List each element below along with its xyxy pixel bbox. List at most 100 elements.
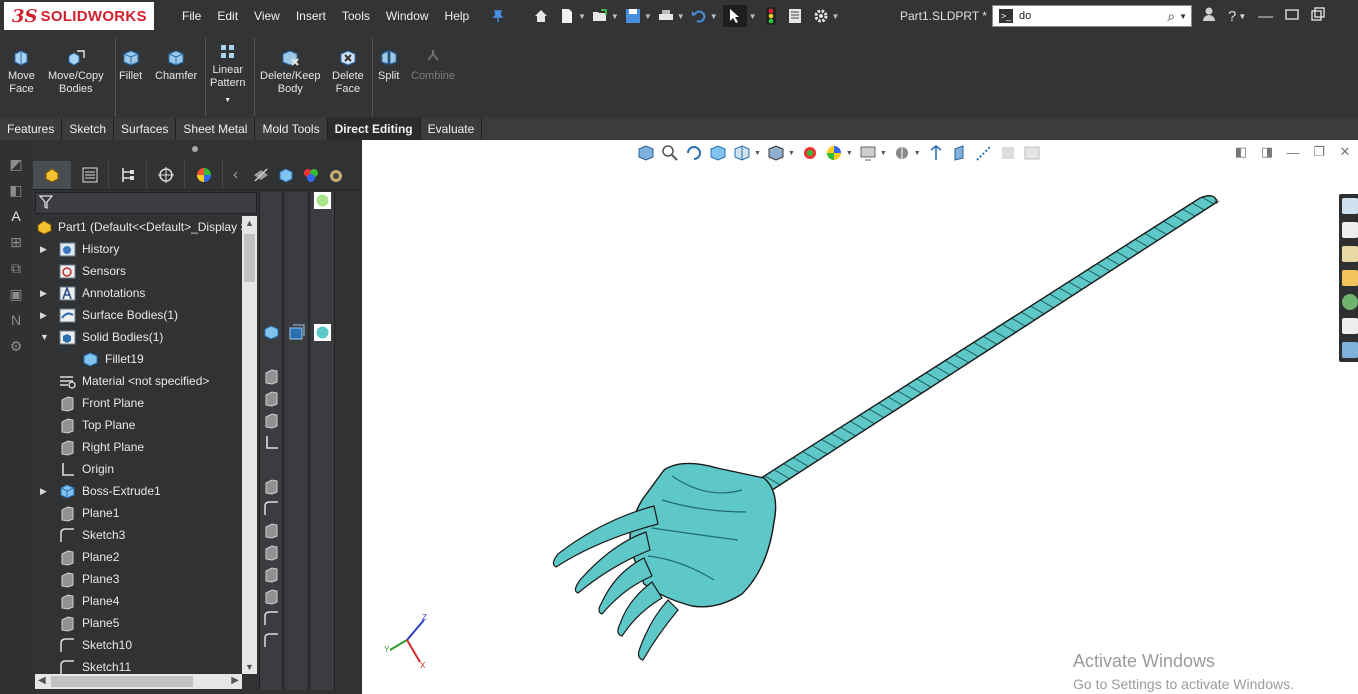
undo-icon[interactable] bbox=[690, 7, 708, 25]
camera-lighting-icon[interactable] bbox=[323, 161, 348, 189]
user-icon[interactable] bbox=[1202, 6, 1216, 26]
tree-item-history[interactable]: ▶ History bbox=[31, 238, 242, 260]
search-input[interactable]: do bbox=[1019, 10, 1167, 22]
chevron-down-icon[interactable]: ▼ bbox=[749, 12, 757, 21]
menu-help[interactable]: Help bbox=[437, 9, 478, 23]
plane-icon[interactable] bbox=[263, 566, 280, 583]
options-gear-icon[interactable] bbox=[812, 7, 830, 25]
hide-show-icon[interactable] bbox=[248, 161, 273, 189]
body-icon[interactable] bbox=[263, 324, 280, 341]
custom-properties-icon[interactable] bbox=[1342, 318, 1358, 334]
appearances-scenes-icon[interactable] bbox=[1342, 294, 1358, 310]
tree-item-solid-bodies[interactable]: ▼ Solid Bodies(1) bbox=[31, 326, 242, 348]
expand-arrow-icon[interactable]: ▶ bbox=[40, 310, 48, 321]
sketch-icon[interactable] bbox=[263, 500, 280, 517]
file-explorer-icon[interactable] bbox=[1342, 246, 1358, 262]
displaymanager-tab[interactable] bbox=[185, 160, 223, 189]
chevron-down-icon[interactable]: ▼ bbox=[224, 94, 231, 107]
assembly-icon[interactable]: ⚙ bbox=[7, 338, 25, 356]
fillet-button[interactable]: Fillet bbox=[119, 48, 142, 83]
tree-item-sketch11[interactable]: Sketch11 bbox=[31, 656, 242, 676]
plane-icon[interactable] bbox=[263, 412, 280, 429]
note-icon[interactable]: N bbox=[7, 312, 25, 330]
collapse-arrow-icon[interactable]: ▼ bbox=[40, 332, 49, 342]
dimxpertmanager-tab[interactable] bbox=[147, 160, 185, 189]
sketch-tool-icon[interactable]: ◩ bbox=[7, 156, 25, 174]
sketch-icon[interactable] bbox=[263, 632, 280, 649]
tab-direct-editing[interactable]: Direct Editing bbox=[327, 118, 421, 140]
menu-view[interactable]: View bbox=[246, 9, 288, 23]
combine-button[interactable]: Combine bbox=[411, 48, 455, 83]
chevron-left-icon[interactable]: ‹ bbox=[223, 161, 248, 189]
chevron-down-icon[interactable]: ▼ bbox=[611, 12, 619, 21]
tree-item-right-plane[interactable]: Right Plane bbox=[31, 436, 242, 458]
featuremanager-tab[interactable] bbox=[33, 160, 71, 189]
chevron-down-icon[interactable]: ▼ bbox=[832, 12, 840, 21]
tree-item-sketch10[interactable]: Sketch10 bbox=[31, 634, 242, 656]
tree-item-sketch3[interactable]: Sketch3 bbox=[31, 524, 242, 546]
tree-filter-bar[interactable] bbox=[35, 192, 257, 214]
solid-body-icon[interactable] bbox=[273, 161, 298, 189]
tree-item-front-plane[interactable]: Front Plane bbox=[31, 392, 242, 414]
tree-horizontal-scrollbar[interactable]: ◀ ▶ bbox=[35, 674, 242, 689]
expand-arrow-icon[interactable]: ▶ bbox=[40, 486, 48, 497]
scroll-left-icon[interactable]: ◀ bbox=[38, 675, 46, 686]
menu-tools[interactable]: Tools bbox=[334, 9, 378, 23]
tab-features[interactable]: Features bbox=[0, 118, 63, 140]
linear-pattern-button[interactable]: Linear Pattern ▼ bbox=[210, 42, 245, 107]
help-icon[interactable]: ? bbox=[1228, 8, 1236, 25]
tree-item-plane4[interactable]: Plane4 bbox=[31, 590, 242, 612]
new-document-icon[interactable] bbox=[558, 7, 576, 25]
tree-item-part1[interactable]: Part1 (Default<<Default>_Display State 1… bbox=[31, 216, 242, 238]
tree-item-material[interactable]: Material <not specified> bbox=[31, 370, 242, 392]
graphics-viewport[interactable]: ▼ ▼ ▼ ▼ ▼ ◧ ◨ — ❐ ✕ + Z Y X Activate Win… bbox=[362, 140, 1358, 694]
appearance-sphere-icon[interactable] bbox=[314, 192, 331, 209]
open-document-icon[interactable] bbox=[591, 7, 609, 25]
propertymanager-tab[interactable] bbox=[71, 160, 109, 189]
select-pointer-icon[interactable] bbox=[722, 5, 747, 27]
tree-item-surface-bodies[interactable]: ▶ Surface Bodies(1) bbox=[31, 304, 242, 326]
configurationmanager-tab[interactable] bbox=[109, 160, 147, 189]
menu-file[interactable]: File bbox=[174, 9, 209, 23]
scroll-thumb[interactable] bbox=[51, 676, 193, 687]
tab-evaluate[interactable]: Evaluate bbox=[420, 118, 483, 140]
tree-item-boss-extrude1[interactable]: ▶ Boss-Extrude1 bbox=[31, 480, 242, 502]
move-copy-bodies-button[interactable]: Move/Copy Bodies bbox=[48, 48, 104, 96]
tab-mold-tools[interactable]: Mold Tools bbox=[255, 118, 328, 140]
scroll-right-icon[interactable]: ▶ bbox=[231, 675, 239, 686]
appearance-sphere-icon[interactable] bbox=[314, 324, 331, 341]
tree-item-plane5[interactable]: Plane5 bbox=[31, 612, 242, 634]
move-face-button[interactable]: Move Face bbox=[8, 48, 35, 96]
file-properties-icon[interactable] bbox=[786, 7, 804, 25]
annotation-icon[interactable]: A bbox=[7, 208, 25, 226]
origin-icon[interactable] bbox=[263, 434, 280, 451]
search-box[interactable]: >_ do ⌕ ▼ bbox=[992, 5, 1192, 27]
minimize-app-icon[interactable]: — bbox=[1258, 8, 1273, 25]
restore-app-icon[interactable] bbox=[1285, 7, 1299, 25]
delete-face-button[interactable]: Delete Face bbox=[332, 48, 364, 96]
tab-sketch[interactable]: Sketch bbox=[62, 118, 115, 140]
sketch-icon[interactable] bbox=[263, 610, 280, 627]
solidworks-forum-icon[interactable] bbox=[1342, 342, 1358, 358]
chevron-down-icon[interactable]: ▼ bbox=[710, 12, 718, 21]
tab-sheet-metal[interactable]: Sheet Metal bbox=[176, 118, 256, 140]
chevron-down-icon[interactable]: ▼ bbox=[644, 12, 652, 21]
menu-window[interactable]: Window bbox=[378, 9, 437, 23]
menu-edit[interactable]: Edit bbox=[209, 9, 246, 23]
save-icon[interactable] bbox=[624, 7, 642, 25]
plane-icon[interactable] bbox=[263, 588, 280, 605]
view-palette-icon[interactable] bbox=[1342, 270, 1358, 286]
tree-item-top-plane[interactable]: Top Plane bbox=[31, 414, 242, 436]
pin-menu-icon[interactable] bbox=[490, 5, 506, 27]
chevron-down-icon[interactable]: ▼ bbox=[1238, 12, 1246, 21]
solidworks-logo[interactable]: 3S SOLIDWORKS bbox=[4, 2, 154, 30]
plane-icon[interactable] bbox=[263, 522, 280, 539]
print-icon[interactable] bbox=[657, 7, 675, 25]
reference-geometry-icon[interactable]: ⊞ bbox=[7, 234, 25, 252]
split-button[interactable]: Split bbox=[378, 48, 399, 83]
tab-surfaces[interactable]: Surfaces bbox=[114, 118, 177, 140]
tree-vertical-scrollbar[interactable]: ▲ ▼ bbox=[242, 216, 257, 674]
plane-icon[interactable] bbox=[263, 368, 280, 385]
tree-item-plane1[interactable]: Plane1 bbox=[31, 502, 242, 524]
rebuild-icon[interactable] bbox=[762, 7, 780, 25]
